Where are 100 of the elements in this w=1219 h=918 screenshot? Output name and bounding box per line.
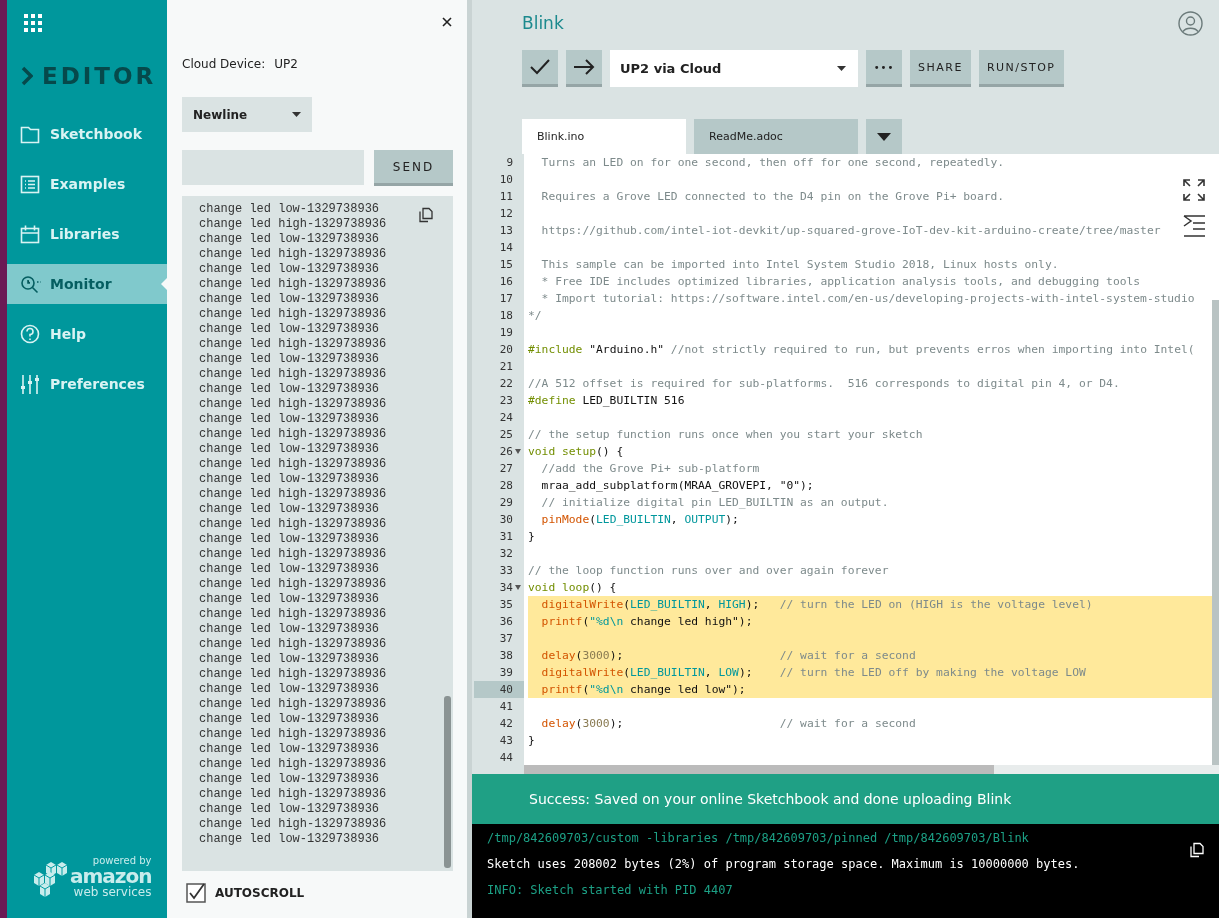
serial-line: change led low-1329738936 (199, 352, 381, 367)
code-line: mraa_add_subplatform(MRAA_GROVEPI, "0"); (540, 479, 814, 492)
line-number: 29 (499, 496, 513, 509)
code-line: void setup() { (527, 445, 624, 458)
line-number: 25 (499, 428, 513, 441)
fullscreen-icon[interactable] (1183, 179, 1205, 201)
serial-line: change led low-1329738936 (199, 292, 381, 307)
serial-line: change led low-1329738936 (199, 232, 381, 247)
sidebar-item[interactable]: Monitor (7, 264, 167, 304)
code-line: digitalWrite(LED_BUILTIN, LOW); // turn the LED off by making the voltage LOW (540, 666, 1086, 679)
line-number: 12 (499, 207, 513, 220)
serial-line: change led high-1329738936 (199, 457, 387, 472)
code-line: delay(3000); // wait for a second (540, 717, 916, 730)
line-number: 39 (499, 666, 513, 679)
serial-line: change led high-1329738936 (199, 277, 387, 292)
line-number: 31 (499, 530, 513, 543)
line-number: 40 (499, 683, 513, 696)
serial-line: change led low-1329738936 (199, 562, 381, 577)
code-line: https://github.com/intel-iot-devkit/up-squared-grove-IoT-dev-kit-arduino-create/tree/master (540, 224, 1161, 237)
serial-line: change led high-1329738936 (199, 397, 387, 412)
line-number: 16 (499, 275, 513, 288)
serial-line: change led low-1329738936 (199, 472, 381, 487)
line-number: 21 (499, 360, 513, 373)
line-ending-dropdown[interactable]: Newline (182, 97, 312, 132)
code-line: delay(3000); // wait for a second (540, 649, 916, 662)
line-number: 14 (499, 241, 513, 254)
serial-line: change led low-1329738936 (199, 532, 381, 547)
serial-line: change led high-1329738936 (199, 337, 387, 352)
code-line: * Free IDE includes optimized libraries, application analysis tools, and debugging tools (540, 275, 1141, 288)
serial-line: change led high-1329738936 (199, 487, 387, 502)
tabs-menu-button[interactable] (866, 119, 902, 154)
line-number: 41 (499, 700, 513, 713)
serial-line: change led low-1329738936 (199, 442, 381, 457)
serial-line: change led low-1329738936 (199, 412, 381, 427)
code-line: void loop() { (527, 581, 617, 594)
file-tab[interactable]: Blink.ino (522, 119, 686, 154)
code-line: } (527, 734, 535, 747)
aws-powered-text: powered by (92, 856, 152, 866)
more-button[interactable]: ••• (866, 50, 902, 87)
line-number: 43 (499, 734, 513, 747)
code-line: */ (527, 309, 542, 322)
device-name: UP2 (274, 57, 298, 71)
serial-line: change led low-1329738936 (199, 652, 381, 667)
line-number: 15 (499, 258, 513, 271)
line-number: 34 (499, 581, 513, 594)
indent-list-icon[interactable] (1183, 215, 1205, 237)
help-icon (20, 323, 41, 345)
send-button[interactable]: SEND (374, 150, 453, 186)
code-line: //A 512 offset is required for sub-platforms. 516 corresponds to digital pin 4, or D4. (527, 377, 1120, 390)
serial-line: change led high-1329738936 (199, 307, 387, 322)
serial-line: change led high-1329738936 (199, 427, 387, 442)
aws-services-text: web services (73, 886, 152, 898)
serial-line: change led low-1329738936 (199, 322, 381, 337)
serial-line: change led high-1329738936 (199, 607, 387, 622)
serial-line: change led high-1329738936 (199, 637, 387, 652)
scrollbar-thumb[interactable] (524, 765, 994, 774)
checked-checkbox-icon[interactable] (186, 883, 206, 903)
board-dropdown[interactable]: UP2 via Cloud (610, 50, 858, 87)
line-number: 9 (506, 156, 513, 169)
message-input-field[interactable] (182, 150, 364, 185)
line-number: 38 (499, 649, 513, 662)
code-line: } (527, 530, 535, 543)
cubes-logo-icon (32, 860, 70, 898)
magnifier-icon (20, 273, 41, 295)
serial-line: change led low-1329738936 (199, 502, 381, 517)
code-line: #define LED_BUILTIN 516 (527, 394, 685, 407)
verify-button[interactable] (522, 50, 558, 87)
serial-line: change led high-1329738936 (199, 577, 387, 592)
serial-line: change led low-1329738936 (199, 592, 381, 607)
serial-line: change led low-1329738936 (199, 622, 381, 637)
line-number: 22 (499, 377, 513, 390)
upload-button[interactable] (566, 50, 602, 87)
close-icon[interactable] (442, 17, 452, 27)
line-number: 18 (499, 309, 513, 322)
device-label: Cloud Device: (182, 57, 266, 71)
aws-wordmark: amazon (70, 866, 152, 886)
serial-line: change led high-1329738936 (199, 697, 387, 712)
scrollbar-thumb[interactable] (1212, 300, 1219, 765)
serial-line: change led low-1329738936 (199, 742, 381, 757)
user-avatar-icon (1178, 10, 1203, 36)
line-number: 19 (499, 326, 513, 339)
code-line: // the setup function runs once when you start your sketch (527, 428, 923, 441)
serial-line: change led low-1329738936 (199, 682, 381, 697)
line-number: 24 (499, 411, 513, 424)
calendar-icon (20, 223, 41, 245)
sketch-title: Blink (522, 13, 564, 33)
apps-menu-icon[interactable] (24, 14, 42, 32)
serial-line: change led low-1329738936 (199, 802, 381, 817)
toolbar-button[interactable]: RUN/STOP (978, 50, 1064, 87)
console-line: Sketch uses 208002 bytes (2%) of program storage space. Maximum is 10000000 bytes. (487, 856, 1081, 873)
scrollbar-thumb[interactable] (444, 696, 451, 868)
toolbar-button[interactable]: SHARE (910, 50, 971, 87)
file-tab[interactable]: ReadMe.adoc (694, 119, 858, 154)
code-line: This sample can be imported into Intel System Studio 2018, Linux hosts only. (540, 258, 1059, 271)
caret-icon (292, 112, 301, 117)
serial-line: change led high-1329738936 (199, 727, 387, 742)
line-number: 44 (499, 751, 513, 764)
code-line: digitalWrite(LED_BUILTIN, HIGH); // turn the LED on (HIGH is the voltage level) (540, 598, 1093, 611)
copy-icon[interactable] (418, 207, 434, 223)
code-line: //add the Grove Pi+ sub-platform (540, 462, 760, 475)
